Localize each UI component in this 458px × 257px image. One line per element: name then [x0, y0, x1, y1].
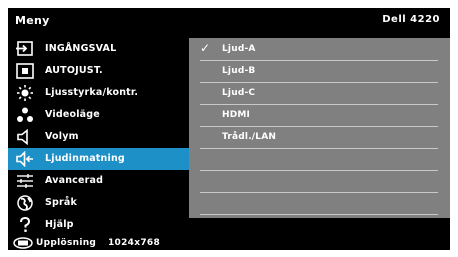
menu-item-label: INGÅNGSVAL	[45, 43, 117, 54]
speaker-icon	[17, 129, 28, 145]
option-empty	[200, 148, 438, 171]
option-empty	[200, 192, 438, 215]
option-label: Ljud-B	[222, 66, 256, 76]
option-audio-b[interactable]: Ljud-B	[200, 60, 438, 83]
menu-item-label: Ljusstyrka/kontr.	[45, 87, 139, 98]
display-icon	[13, 237, 33, 249]
menu-item-volume[interactable]: Volym	[8, 126, 189, 148]
sliders-icon	[17, 174, 33, 188]
option-audio-c[interactable]: Ljud-C	[200, 82, 438, 105]
menu-header: Meny Dell 4220	[8, 8, 450, 32]
menu-item-help[interactable]: Hjälp	[8, 214, 189, 236]
option-label: Trådl./LAN	[222, 132, 277, 142]
resolution-label: Upplösning	[36, 238, 97, 248]
option-label: Ljud-A	[222, 44, 256, 54]
menu-item-audio-input[interactable]: Ljudinmatning	[8, 148, 189, 170]
projector-model: Dell 4220	[382, 14, 440, 25]
menu-item-video-mode[interactable]: Videoläge	[8, 104, 189, 126]
question-icon	[20, 217, 31, 232]
input-source-icon	[16, 41, 33, 56]
option-audio-a[interactable]: ✓ Ljud-A	[200, 38, 438, 61]
resolution-value: 1024x768	[108, 238, 161, 248]
menu-item-advanced[interactable]: Avancerad	[8, 170, 189, 192]
menu-item-label: Volym	[45, 131, 79, 142]
option-hdmi[interactable]: HDMI	[200, 104, 438, 127]
menu-item-brightness[interactable]: Ljusstyrka/kontr.	[8, 82, 189, 104]
globe-icon	[17, 195, 33, 211]
video-mode-icon	[17, 107, 33, 122]
checkmark-icon: ✓	[200, 41, 211, 55]
menu-title: Meny	[15, 14, 50, 27]
menu-item-language[interactable]: Språk	[8, 192, 189, 214]
menu-item-label: Hjälp	[45, 219, 74, 230]
option-label: HDMI	[222, 110, 251, 120]
audio-input-icon	[16, 151, 33, 167]
osd-menu: Meny Dell 4220 INGÅNGSVAL AUTOJUST. Ljus…	[8, 8, 450, 250]
menu-item-input-source[interactable]: INGÅNGSVAL	[8, 38, 189, 60]
option-empty	[200, 170, 438, 193]
menu-item-label: AUTOJUST.	[45, 65, 103, 76]
brightness-icon	[17, 85, 33, 101]
menu-item-auto-adjust[interactable]: AUTOJUST.	[8, 60, 189, 82]
option-wireless-lan[interactable]: Trådl./LAN	[200, 126, 438, 149]
status-bar: Upplösning 1024x768	[8, 237, 450, 250]
menu-item-label: Ljudinmatning	[45, 153, 125, 164]
menu-item-label: Avancerad	[45, 175, 104, 186]
menu-item-label: Språk	[45, 197, 78, 208]
option-label: Ljud-C	[222, 88, 256, 98]
menu-item-label: Videoläge	[45, 109, 100, 120]
submenu-panel: ✓ Ljud-A Ljud-B Ljud-C HDMI Trådl./LAN	[189, 38, 450, 218]
main-menu: INGÅNGSVAL AUTOJUST. Ljusstyrka/kontr. V…	[8, 38, 189, 238]
auto-adjust-icon	[16, 63, 34, 79]
